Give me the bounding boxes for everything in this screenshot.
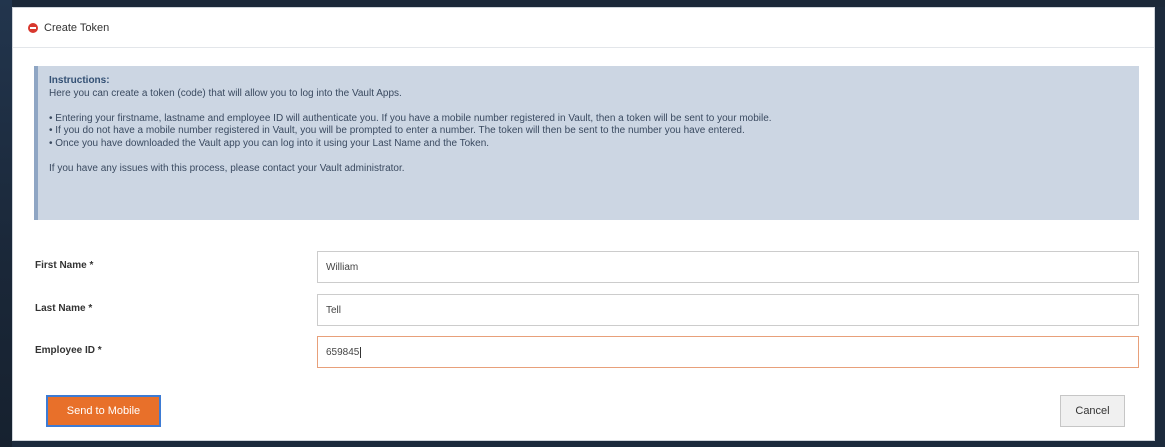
background-left-strip	[0, 0, 12, 447]
dialog-header: Create Token	[13, 8, 1154, 48]
text-caret	[360, 346, 362, 358]
instructions-bullet: • If you do not have a mobile number reg…	[49, 125, 745, 136]
first-name-row: First Name * William	[35, 251, 1139, 283]
last-name-field[interactable]: Tell	[317, 294, 1139, 326]
cancel-button[interactable]: Cancel	[1060, 395, 1125, 427]
last-name-label: Last Name *	[35, 303, 93, 314]
create-token-dialog: Create Token Instructions: Here you can …	[12, 7, 1155, 441]
instructions-intro: Here you can create a token (code) that …	[49, 87, 402, 99]
instructions-footer: If you have any issues with this process…	[49, 162, 405, 174]
last-name-value: Tell	[326, 304, 342, 316]
instructions-bullet: • Entering your firstname, lastname and …	[49, 112, 772, 124]
employee-id-field[interactable]: 659845	[317, 336, 1139, 368]
employee-id-label: Employee ID *	[35, 345, 102, 356]
stop-icon	[28, 22, 38, 33]
instructions-heading: Instructions:	[49, 75, 110, 86]
screen-frame: Create Token Instructions: Here you can …	[0, 0, 1165, 447]
background-top-strip	[0, 0, 1165, 7]
instructions-panel: Instructions: Here you can create a toke…	[34, 66, 1139, 220]
send-to-mobile-button[interactable]: Send to Mobile	[46, 395, 161, 427]
instructions-bullet: • Once you have downloaded the Vault app…	[49, 137, 490, 149]
employee-id-row: Employee ID * 659845	[35, 336, 1139, 368]
first-name-field[interactable]: William	[317, 251, 1139, 283]
last-name-row: Last Name * Tell	[35, 294, 1139, 326]
dialog-title: Create Token	[44, 21, 110, 34]
first-name-value: William	[326, 261, 359, 273]
first-name-label: First Name *	[35, 260, 94, 271]
employee-id-value: 659845	[326, 346, 360, 358]
